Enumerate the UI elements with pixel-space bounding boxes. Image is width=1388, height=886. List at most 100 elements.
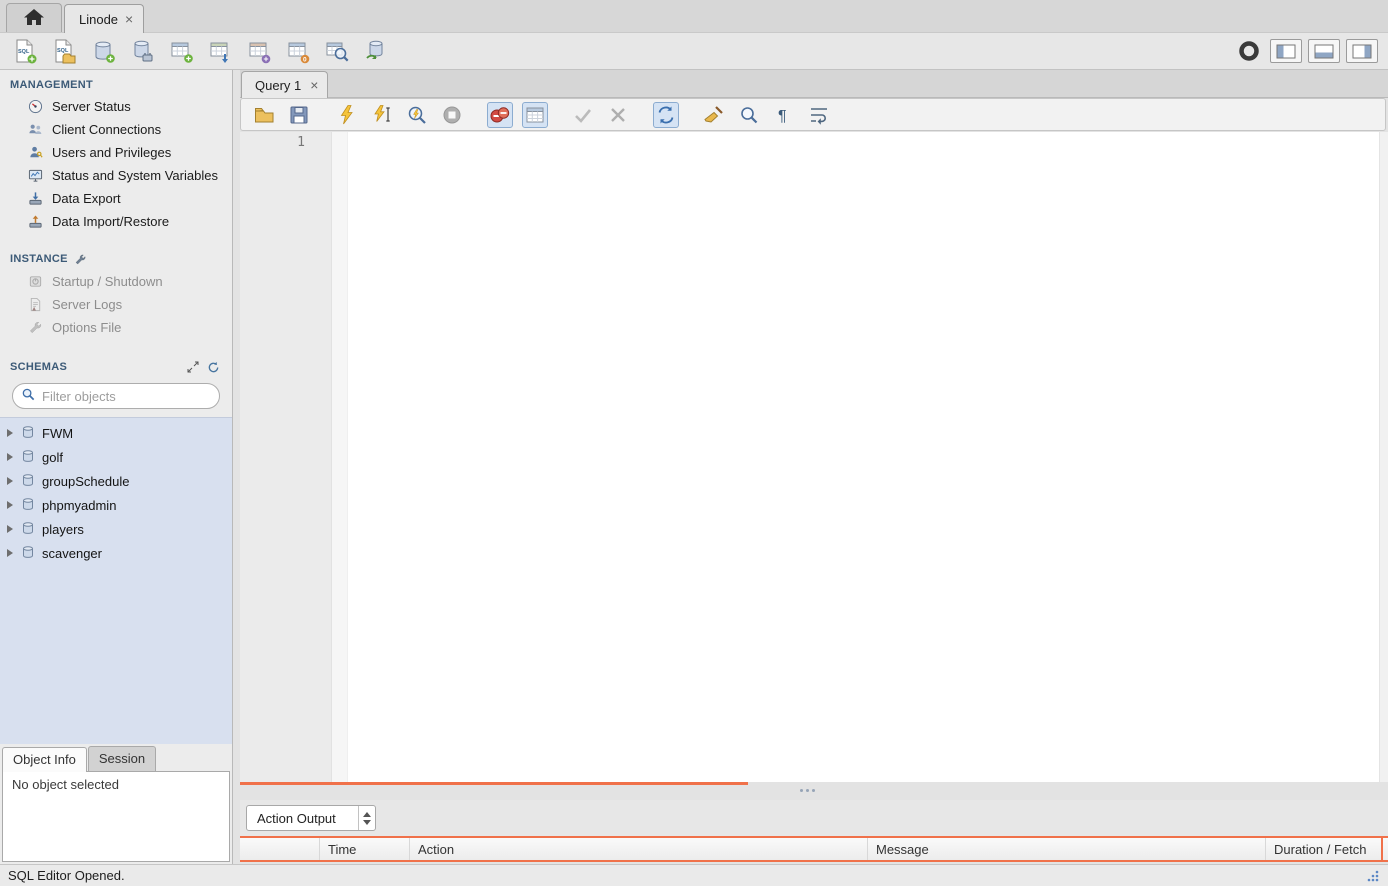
new-schema-icon[interactable] (88, 36, 118, 66)
line-number-gutter: 1 (240, 132, 332, 782)
editor-output-splitter[interactable] (240, 782, 1388, 800)
toggle-left-panel-icon[interactable] (1270, 39, 1302, 63)
sidebar-item-label: Users and Privileges (52, 145, 171, 160)
schema-icon (21, 497, 35, 514)
execute-icon[interactable] (334, 102, 360, 128)
wrap-text-icon[interactable] (806, 102, 832, 128)
splitter-grip[interactable] (800, 789, 815, 792)
autocommit-icon[interactable] (653, 102, 679, 128)
users-privileges-icon (28, 145, 43, 160)
tab-object-info[interactable]: Object Info (2, 747, 87, 772)
home-icon (23, 8, 45, 29)
connection-tab-label: Linode (79, 12, 118, 27)
sidebar-item-label: Server Status (52, 99, 131, 114)
query-tab-label: Query 1 (255, 78, 301, 93)
schema-row-fwm[interactable]: FWM (0, 421, 232, 445)
action-output-value: Action Output (247, 806, 358, 830)
schema-label: groupSchedule (42, 474, 129, 489)
refresh-icon[interactable] (206, 360, 220, 374)
server-status-icon (28, 99, 43, 114)
new-view-icon[interactable] (205, 36, 235, 66)
sidebar-item-server-logs[interactable]: Server Logs (0, 293, 232, 316)
sidebar-item-server-status[interactable]: Server Status (0, 95, 232, 118)
action-output-select[interactable]: Action Output (246, 805, 376, 831)
close-icon[interactable]: × (125, 12, 133, 26)
chevron-right-icon[interactable] (7, 453, 13, 461)
execute-current-icon[interactable] (369, 102, 395, 128)
new-function-icon[interactable]: 0 (283, 36, 313, 66)
editor-vertical-scrollbar[interactable] (1379, 132, 1388, 782)
schema-icon (21, 521, 35, 538)
new-table-icon[interactable] (166, 36, 196, 66)
tab-query-1[interactable]: Query 1 × (241, 71, 328, 98)
sidebar-item-label: Server Logs (52, 297, 122, 312)
schema-icon (21, 449, 35, 466)
wrench-icon (74, 252, 88, 266)
new-sql-tab-icon[interactable]: SQL (10, 36, 40, 66)
tab-session[interactable]: Session (88, 746, 156, 771)
status-bar: SQL Editor Opened. (0, 864, 1388, 886)
chevron-right-icon[interactable] (7, 477, 13, 485)
sidebar-item-data-import[interactable]: Data Import/Restore (0, 210, 232, 233)
commit-icon[interactable] (570, 102, 596, 128)
connection-tab-linode[interactable]: Linode × (64, 4, 144, 33)
sidebar-item-client-connections[interactable]: Client Connections (0, 118, 232, 141)
chevron-right-icon[interactable] (7, 429, 13, 437)
open-file-icon[interactable] (251, 102, 277, 128)
splitter-drag-indicator (240, 782, 748, 785)
save-icon[interactable] (286, 102, 312, 128)
find-icon[interactable] (736, 102, 762, 128)
query-tabbar: Query 1 × (240, 70, 1388, 98)
explain-icon[interactable] (404, 102, 430, 128)
resize-grip[interactable] (1366, 869, 1380, 883)
management-section-header: MANAGEMENT (0, 70, 232, 95)
sidebar-item-options-file[interactable]: Options File (0, 316, 232, 339)
chevron-right-icon[interactable] (7, 525, 13, 533)
stepper-icon[interactable] (358, 806, 375, 830)
search-table-data-icon[interactable] (322, 36, 352, 66)
fold-margin (332, 132, 348, 782)
stop-icon[interactable] (439, 102, 465, 128)
filter-objects-input[interactable] (42, 389, 218, 404)
close-icon[interactable]: × (310, 78, 318, 92)
chevron-right-icon[interactable] (7, 501, 13, 509)
sidebar-item-label: Startup / Shutdown (52, 274, 163, 289)
reconnect-dbms-icon[interactable] (361, 36, 391, 66)
limit-rows-icon[interactable] (522, 102, 548, 128)
help-icon[interactable] (1234, 36, 1264, 66)
chevron-right-icon[interactable] (7, 549, 13, 557)
schema-row-golf[interactable]: golf (0, 445, 232, 469)
invisibles-icon[interactable]: ¶ (771, 102, 797, 128)
svg-text:SQL: SQL (18, 49, 30, 55)
schema-row-groupschedule[interactable]: groupSchedule (0, 469, 232, 493)
schema-row-phpmyadmin[interactable]: phpmyadmin (0, 493, 232, 517)
toggle-stop-on-error-icon[interactable] (487, 102, 513, 128)
sql-editor[interactable]: 1 (240, 132, 1388, 782)
code-area[interactable] (348, 132, 1379, 782)
beautify-icon[interactable] (701, 102, 727, 128)
sidebar-item-users-privileges[interactable]: Users and Privileges (0, 141, 232, 164)
rollback-icon[interactable] (605, 102, 631, 128)
toggle-bottom-panel-icon[interactable] (1308, 39, 1340, 63)
toggle-right-panel-icon[interactable] (1346, 39, 1378, 63)
sidebar-item-status-variables[interactable]: Status and System Variables (0, 164, 232, 187)
main-toolbar: SQL SQL 0 (0, 32, 1388, 70)
instance-section-header: INSTANCE (0, 243, 232, 270)
schema-row-players[interactable]: players (0, 517, 232, 541)
connection-tabbar: Linode × (0, 0, 1388, 32)
expand-icon[interactable] (186, 360, 200, 374)
main-area: Query 1 × (233, 70, 1388, 864)
sidebar-item-data-export[interactable]: Data Export (0, 187, 232, 210)
schema-label: phpmyadmin (42, 498, 116, 513)
schema-label: golf (42, 450, 63, 465)
sidebar-item-startup-shutdown[interactable]: Startup / Shutdown (0, 270, 232, 293)
options-file-icon (28, 320, 43, 335)
home-tab[interactable] (6, 3, 62, 32)
sidebar-item-label: Options File (52, 320, 121, 335)
new-procedure-icon[interactable] (244, 36, 274, 66)
schema-row-scavenger[interactable]: scavenger (0, 541, 232, 565)
open-sql-script-icon[interactable]: SQL (49, 36, 79, 66)
svg-text:0: 0 (303, 57, 307, 64)
output-header-accent (1381, 838, 1383, 860)
new-connection-icon[interactable] (127, 36, 157, 66)
